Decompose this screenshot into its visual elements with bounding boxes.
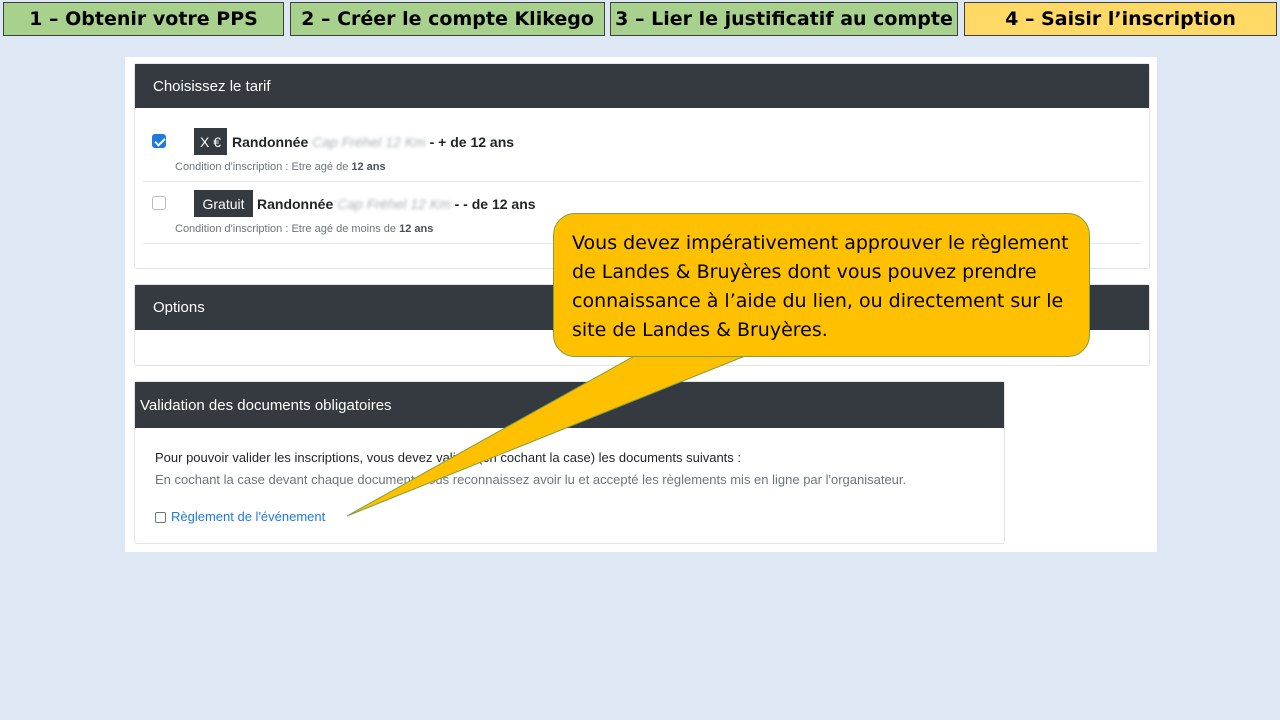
callout-pointer: [346, 349, 761, 517]
instruction-callout: Vous devez impérativement approuver le r…: [553, 213, 1090, 357]
callout-pointer-shape: [346, 349, 761, 517]
